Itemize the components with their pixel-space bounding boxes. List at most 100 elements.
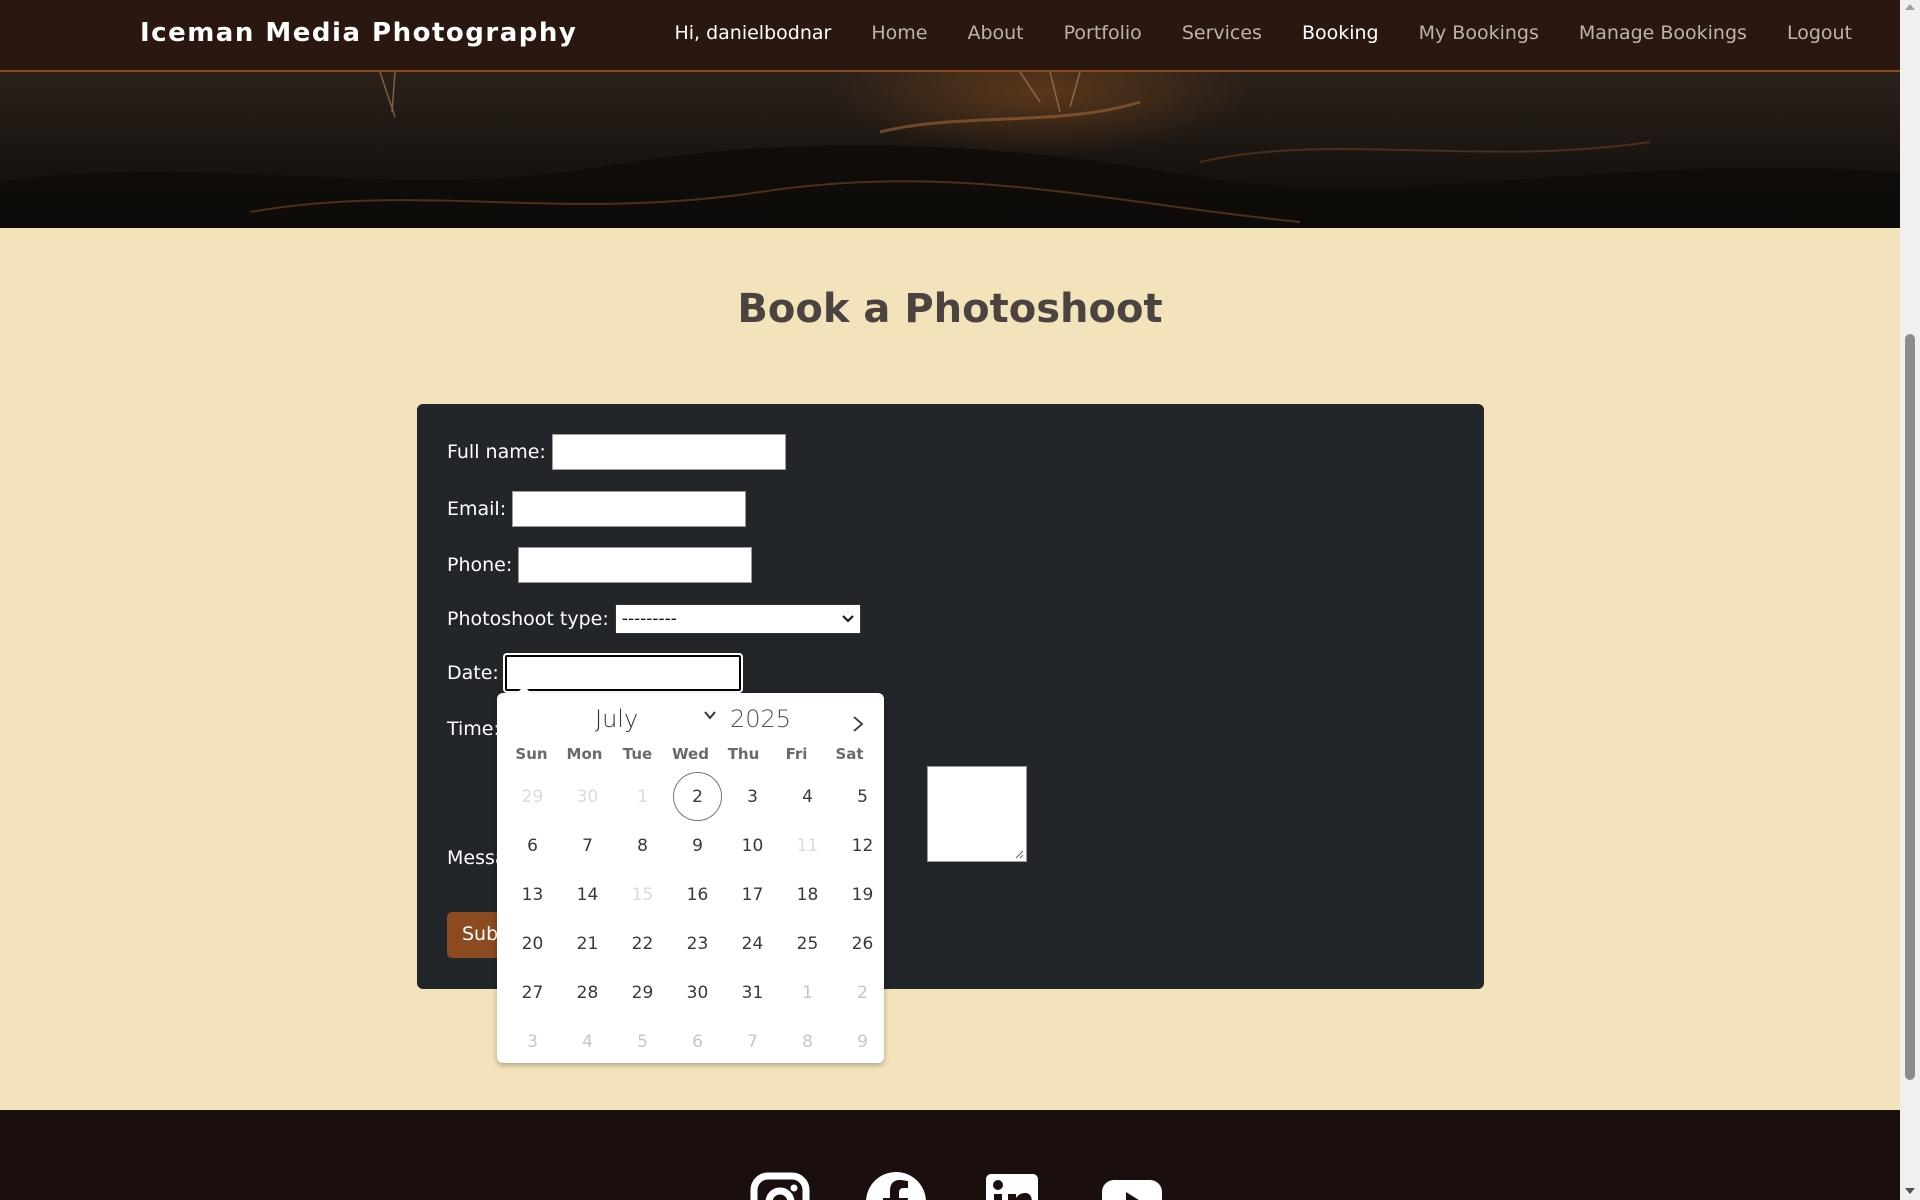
calendar-day: 30: [576, 786, 599, 807]
date-picker-calendar: July 2025 Sun Mon Tue Wed Thu Fri Sat 29…: [497, 686, 884, 1066]
calendar-year-input[interactable]: 2025: [730, 705, 791, 733]
calendar-weekdays: Sun Mon Tue Wed Thu Fri Sat: [497, 745, 884, 763]
calendar-day[interactable]: 9: [838, 1017, 887, 1066]
page-scrollbar[interactable]: [1900, 0, 1920, 1200]
hero-landscape-art: [0, 72, 1900, 228]
nav-manage-bookings-link[interactable]: Manage Bookings: [1579, 22, 1747, 44]
nav-logout-link[interactable]: Logout: [1787, 22, 1852, 44]
calendar-day[interactable]: 10: [728, 821, 777, 870]
nav-my-bookings-link[interactable]: My Bookings: [1419, 22, 1539, 44]
photoshoot-type-label: Photoshoot type:: [447, 608, 609, 630]
nav-links: Hi, danielbodnar Home About Portfolio Se…: [674, 22, 1852, 44]
message-textarea[interactable]: [927, 766, 1027, 862]
calendar-day[interactable]: 7: [563, 821, 612, 870]
instagram-icon[interactable]: [748, 1170, 812, 1200]
calendar-day[interactable]: 19: [838, 870, 887, 919]
calendar-day[interactable]: 5: [838, 772, 887, 821]
calendar-day[interactable]: 20: [508, 919, 557, 968]
calendar-day[interactable]: 13: [508, 870, 557, 919]
calendar-day[interactable]: 23: [673, 919, 722, 968]
calendar-day[interactable]: 29: [618, 968, 667, 1017]
calendar-day[interactable]: 25: [783, 919, 832, 968]
calendar-day[interactable]: 6: [673, 1017, 722, 1066]
scroll-down-arrow-icon[interactable]: [1905, 1188, 1915, 1194]
page-title: Book a Photoshoot: [737, 286, 1163, 332]
calendar-day[interactable]: 3: [508, 1017, 557, 1066]
calendar-day[interactable]: 16: [673, 870, 722, 919]
calendar-day[interactable]: 17: [728, 870, 777, 919]
weekday-label: Sat: [835, 745, 864, 763]
calendar-day[interactable]: 22: [618, 919, 667, 968]
calendar-day[interactable]: 6: [508, 821, 557, 870]
full-name-input[interactable]: [551, 434, 786, 470]
nav-about-link[interactable]: About: [967, 22, 1023, 44]
calendar-day: 11: [796, 835, 819, 856]
calendar-day[interactable]: 2: [838, 968, 887, 1017]
photoshoot-type-value: ---------: [621, 609, 677, 629]
weekday-label: Thu: [727, 745, 760, 763]
nav-portfolio-link[interactable]: Portfolio: [1064, 22, 1142, 44]
weekday-label: Fri: [785, 745, 808, 763]
calendar-day: 29: [521, 786, 544, 807]
calendar-day[interactable]: 3: [728, 772, 777, 821]
calendar-day[interactable]: 28: [563, 968, 612, 1017]
youtube-icon[interactable]: [1100, 1170, 1164, 1200]
hero-banner-image: [0, 72, 1900, 228]
calendar-days-grid: 29 30 1 2 3 4 5 6 7 8 9 10 11 12 13 14 15 16 17 18 19 20 21 22 2…: [505, 772, 877, 1066]
nav-home-link[interactable]: Home: [871, 22, 927, 44]
calendar-month-select[interactable]: July: [595, 705, 638, 733]
nav-booking-link[interactable]: Booking: [1302, 22, 1379, 44]
chevron-down-icon[interactable]: [704, 711, 716, 720]
calendar-day-today[interactable]: 2: [673, 772, 722, 821]
nav-greeting: Hi, danielbodnar: [674, 22, 832, 44]
photoshoot-type-select[interactable]: ---------: [614, 604, 861, 634]
phone-row: Phone:: [447, 547, 753, 583]
calendar-day[interactable]: 1: [783, 968, 832, 1017]
email-label: Email:: [447, 498, 507, 520]
calendar-day[interactable]: 24: [728, 919, 777, 968]
scrollbar-thumb[interactable]: [1905, 334, 1915, 1080]
email-row: Email:: [447, 491, 747, 527]
weekday-label: Tue: [622, 745, 653, 763]
calendar-day[interactable]: 27: [508, 968, 557, 1017]
calendar-day[interactable]: 8: [783, 1017, 832, 1066]
full-name-row: Full name:: [447, 434, 786, 470]
calendar-day[interactable]: 5: [618, 1017, 667, 1066]
calendar-day[interactable]: 30: [673, 968, 722, 1017]
time-label: Time:: [447, 718, 500, 740]
calendar-day[interactable]: 4: [783, 772, 832, 821]
scroll-up-arrow-icon[interactable]: [1905, 4, 1915, 10]
phone-input[interactable]: [518, 547, 753, 583]
weekday-label: Sun: [515, 745, 548, 763]
date-label: Date:: [447, 662, 499, 684]
calendar-day[interactable]: 12: [838, 821, 887, 870]
next-month-icon[interactable]: [852, 715, 864, 733]
full-name-label: Full name:: [447, 441, 546, 463]
weekday-label: Wed: [672, 745, 709, 763]
calendar-day: 15: [631, 884, 654, 905]
linkedin-icon[interactable]: [980, 1170, 1044, 1200]
weekday-label: Mon: [566, 745, 603, 763]
photoshoot-type-row: Photoshoot type: ---------: [447, 604, 861, 634]
calendar-day[interactable]: 7: [728, 1017, 777, 1066]
calendar-day[interactable]: 21: [563, 919, 612, 968]
facebook-icon[interactable]: [864, 1170, 928, 1200]
calendar-pointer: [517, 686, 531, 693]
calendar-day[interactable]: 9: [673, 821, 722, 870]
calendar-day[interactable]: 4: [563, 1017, 612, 1066]
calendar-day[interactable]: 14: [563, 870, 612, 919]
calendar-day[interactable]: 18: [783, 870, 832, 919]
nav-services-link[interactable]: Services: [1182, 22, 1262, 44]
calendar-day[interactable]: 31: [728, 968, 777, 1017]
email-input[interactable]: [512, 491, 747, 527]
phone-label: Phone:: [447, 554, 513, 576]
date-input[interactable]: [502, 653, 743, 693]
resize-grip-icon[interactable]: [1014, 849, 1024, 859]
calendar-day: 1: [637, 786, 648, 807]
calendar-day[interactable]: 8: [618, 821, 667, 870]
navbar: Iceman Media Photography Hi, danielbodna…: [0, 0, 1900, 72]
calendar-day[interactable]: 26: [838, 919, 887, 968]
chevron-down-icon: [842, 615, 854, 623]
brand-logo[interactable]: Iceman Media Photography: [140, 18, 577, 48]
date-row: Date:: [447, 653, 743, 693]
